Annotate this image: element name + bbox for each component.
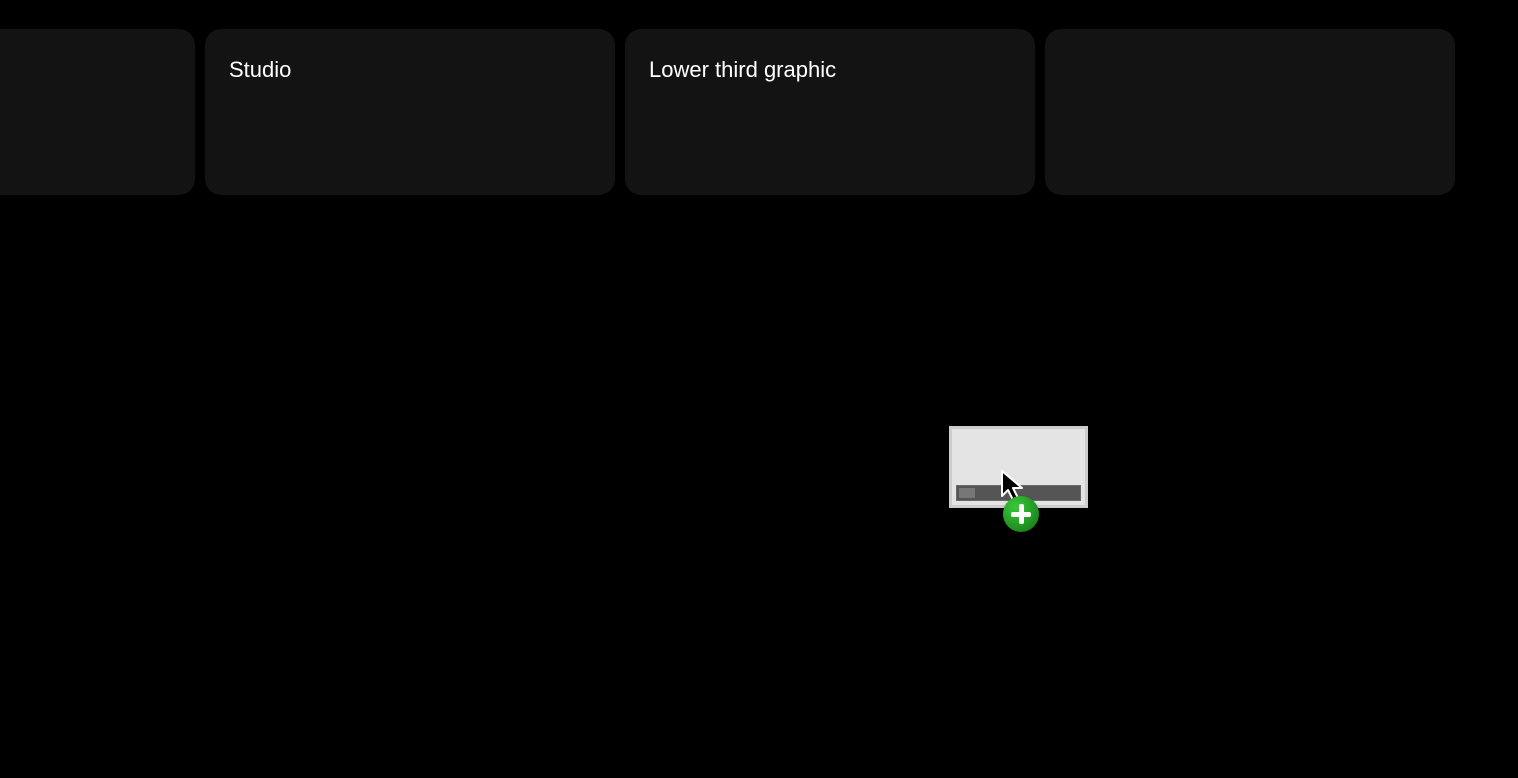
drag-preview-label-block [959, 488, 975, 498]
add-copy-badge-icon [1003, 496, 1039, 532]
card-label: t's Name] [0, 57, 171, 83]
card-label: Lower third graphic [649, 57, 1011, 83]
storyboard-card[interactable]: Lower third graphic [625, 29, 1035, 195]
storyboard-card[interactable]: Studio [205, 29, 615, 195]
card-label: Studio [229, 57, 591, 83]
card-row: t's Name] Studio Lower third graphic [0, 29, 1455, 195]
storyboard-card[interactable] [1045, 29, 1455, 195]
storyboard-card[interactable]: t's Name] [0, 29, 195, 195]
